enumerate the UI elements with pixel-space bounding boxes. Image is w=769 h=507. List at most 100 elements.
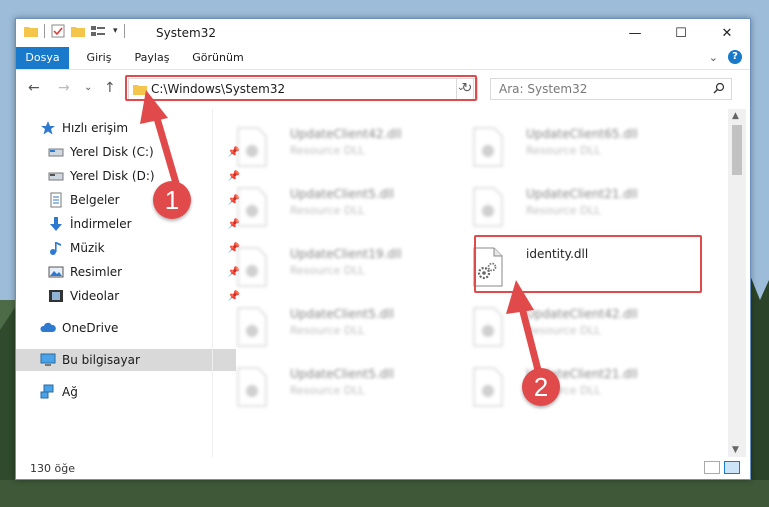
- scroll-down-icon[interactable]: ▼: [732, 445, 739, 455]
- sidebar-item-label: Bu bilgisayar: [62, 353, 140, 367]
- download-icon: [50, 217, 62, 231]
- sidebar-item-label: Resimler: [70, 265, 123, 279]
- music-icon: [50, 242, 61, 255]
- sidebar-item-label: OneDrive: [62, 321, 119, 335]
- close-button[interactable]: ✕: [704, 19, 750, 47]
- navigation-pane: Hızlı erişim Yerel Disk (C:) 📌 Yerel Dis…: [16, 109, 240, 457]
- large-icons-view-icon[interactable]: [724, 461, 740, 474]
- forward-button[interactable]: →: [58, 80, 70, 96]
- drive-icon: [48, 148, 64, 157]
- sidebar-item-label: Videolar: [70, 289, 120, 303]
- file-item[interactable]: UpdateClient21.dll Resource DLL: [454, 359, 674, 411]
- sidebar-item-this-pc[interactable]: Bu bilgisayar: [16, 349, 236, 371]
- documents-icon: [50, 192, 62, 208]
- explorer-window: ▾ System32 — ☐ ✕ Dosya Giriş Paylaş Görü…: [15, 18, 751, 480]
- file-name: UpdateClient5.dll: [290, 187, 394, 201]
- toolbar-separator: [44, 24, 45, 38]
- file-type: Resource DLL: [526, 144, 601, 157]
- sidebar-item-downloads[interactable]: İndirmeler 📌: [16, 213, 244, 235]
- sidebar-item-label: Ağ: [62, 385, 78, 399]
- file-type: Resource DLL: [290, 204, 365, 217]
- view-options-icon[interactable]: [91, 25, 107, 37]
- sidebar-item-label: Hızlı erişim: [62, 121, 129, 135]
- tab-home[interactable]: Giriş: [74, 47, 124, 69]
- sidebar-item-pictures[interactable]: Resimler 📌: [16, 261, 244, 283]
- sidebar-item-label: Müzik: [70, 241, 105, 255]
- sidebar-item-music[interactable]: Müzik 📌: [16, 237, 244, 259]
- file-name: UpdateClient42.dll: [290, 127, 402, 141]
- sidebar-item-documents[interactable]: Belgeler 📌: [16, 189, 244, 211]
- address-highlight-box: [125, 75, 477, 101]
- status-bar: 130 öğe: [16, 457, 750, 479]
- new-folder-icon[interactable]: [71, 25, 85, 37]
- dll-file-icon: [237, 247, 267, 287]
- computer-icon: [40, 353, 56, 366]
- file-name: UpdateClient21.dll: [526, 187, 638, 201]
- recent-locations-button[interactable]: ⌄: [84, 82, 92, 93]
- file-name: UpdateClient5.dll: [290, 307, 394, 321]
- sidebar-item-label: Yerel Disk (D:): [70, 169, 155, 183]
- videos-icon: [49, 290, 63, 302]
- folder-icon[interactable]: [24, 25, 38, 37]
- file-type: Resource DLL: [290, 384, 365, 397]
- file-item[interactable]: UpdateClient65.dll Resource DLL: [454, 119, 674, 171]
- file-item[interactable]: UpdateClient5.dll Resource DLL: [218, 299, 438, 351]
- network-icon: [40, 384, 54, 399]
- up-button[interactable]: ↑: [104, 80, 116, 96]
- file-item[interactable]: UpdateClient5.dll Resource DLL: [218, 179, 438, 231]
- quick-access-toolbar: ▾: [24, 24, 125, 38]
- pane-divider[interactable]: [212, 109, 213, 457]
- view-toggle: [704, 461, 740, 474]
- file-item[interactable]: UpdateClient5.dll Resource DLL: [218, 359, 438, 411]
- title-bar: ▾ System32 — ☐ ✕: [16, 19, 750, 47]
- scroll-up-icon[interactable]: ▲: [732, 111, 739, 121]
- sidebar-item-network[interactable]: Ağ: [16, 381, 236, 403]
- customize-toolbar-icon[interactable]: ▾: [113, 26, 118, 36]
- address-row: ← → ⌄ ↑ C:\Windows\System32 ⌄ ↻ Ara: Sys…: [16, 70, 750, 108]
- search-icon[interactable]: [713, 82, 725, 97]
- help-icon[interactable]: ?: [728, 50, 742, 64]
- search-placeholder: Ara: System32: [499, 82, 588, 96]
- sidebar-item-label: İndirmeler: [70, 217, 132, 231]
- identity-dll-highlight-box: [474, 235, 702, 293]
- file-name: UpdateClient5.dll: [290, 367, 394, 381]
- back-button[interactable]: ←: [28, 80, 40, 96]
- tab-view[interactable]: Görünüm: [186, 47, 250, 69]
- item-count: 130 öğe: [30, 462, 75, 475]
- file-item[interactable]: UpdateClient42.dll Resource DLL: [454, 299, 674, 351]
- sidebar-item-label: Belgeler: [70, 193, 120, 207]
- sidebar-item-local-disk-c[interactable]: Yerel Disk (C:) 📌: [16, 141, 244, 163]
- file-type: Resource DLL: [526, 324, 601, 337]
- tab-file[interactable]: Dosya: [16, 47, 69, 69]
- cloud-icon: [40, 322, 56, 332]
- dll-file-icon: [473, 187, 503, 227]
- dll-file-icon: [237, 307, 267, 347]
- file-item[interactable]: UpdateClient19.dll Resource DLL: [218, 239, 438, 291]
- sidebar-item-onedrive[interactable]: OneDrive: [16, 317, 236, 339]
- search-input[interactable]: Ara: System32: [490, 78, 732, 100]
- file-type: Resource DLL: [526, 204, 601, 217]
- dll-file-icon: [237, 367, 267, 407]
- toolbar-separator: [123, 24, 125, 38]
- step-2-badge: 2: [522, 368, 560, 406]
- sidebar-item-quick-access[interactable]: Hızlı erişim: [16, 117, 236, 139]
- file-item[interactable]: UpdateClient21.dll Resource DLL: [454, 179, 674, 231]
- window-title: System32: [156, 26, 217, 40]
- dll-file-icon: [473, 307, 503, 347]
- window-controls: — ☐ ✕: [612, 19, 750, 47]
- maximize-button[interactable]: ☐: [658, 19, 704, 47]
- properties-icon[interactable]: [51, 24, 65, 38]
- file-item[interactable]: UpdateClient42.dll Resource DLL: [218, 119, 438, 171]
- sidebar-item-label: Yerel Disk (C:): [70, 145, 154, 159]
- vertical-scrollbar[interactable]: ▲ ▼: [728, 109, 746, 457]
- tab-share[interactable]: Paylaş: [126, 47, 178, 69]
- step-1-badge: 1: [153, 181, 191, 219]
- sidebar-item-local-disk-d[interactable]: Yerel Disk (D:) 📌: [16, 165, 244, 187]
- dll-file-icon: [473, 367, 503, 407]
- scrollbar-thumb[interactable]: [732, 125, 742, 175]
- file-name: UpdateClient65.dll: [526, 127, 638, 141]
- minimize-button[interactable]: —: [612, 19, 658, 47]
- expand-ribbon-icon[interactable]: ⌄: [709, 51, 718, 64]
- sidebar-item-videos[interactable]: Videolar 📌: [16, 285, 244, 307]
- details-view-icon[interactable]: [704, 461, 720, 474]
